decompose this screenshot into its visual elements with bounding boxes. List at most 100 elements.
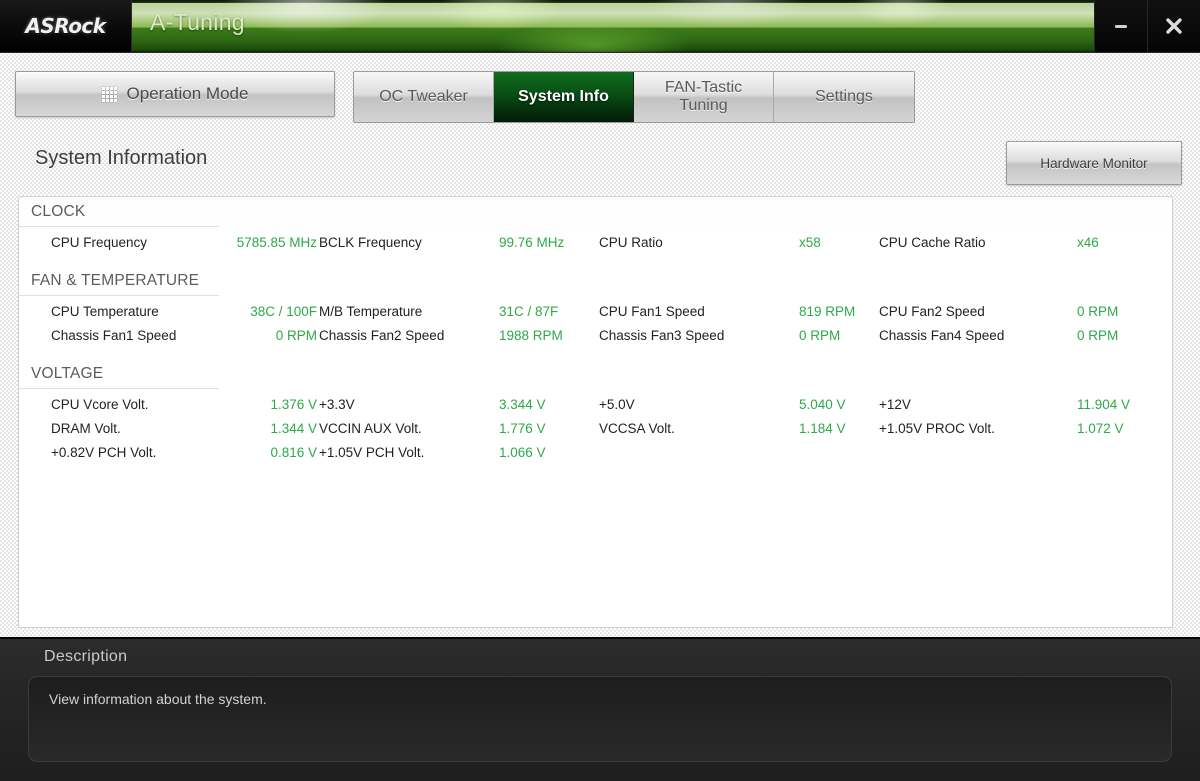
info-label: Chassis Fan2 Speed [319, 327, 445, 343]
table-row: CPU Temperature 38C / 100F M/B Temperatu… [19, 299, 1172, 323]
info-cell: CPU Fan2 Speed 0 RPM [879, 304, 1159, 319]
table-row: DRAM Volt. 1.344 V VCCIN AUX Volt. 1.776… [19, 416, 1172, 440]
info-label: +0.82V PCH Volt. [51, 444, 157, 460]
info-value: 1.066 V [499, 444, 546, 460]
info-label: +3.3V [319, 396, 355, 412]
info-label: DRAM Volt. [51, 420, 121, 436]
tab-label: Settings [815, 88, 873, 106]
info-value: 0.816 V [270, 444, 317, 460]
section-rows: CPU Vcore Volt. 1.376 V +3.3V 3.344 V +5… [19, 389, 1172, 464]
info-label: +1.05V PCH Volt. [319, 444, 425, 460]
description-title: Description [44, 648, 128, 665]
info-cell: +1.05V PROC Volt. 1.072 V [879, 421, 1159, 436]
info-label: CPU Frequency [51, 234, 148, 250]
info-value: x58 [799, 234, 821, 250]
info-cell: +12V 11.904 V [879, 397, 1159, 412]
hardware-monitor-label: Hardware Monitor [1040, 155, 1148, 171]
info-label: VCCSA Volt. [599, 420, 675, 436]
info-cell: Chassis Fan4 Speed 0 RPM [879, 328, 1159, 343]
info-label: VCCIN AUX Volt. [319, 420, 422, 436]
info-value: 0 RPM [1077, 327, 1119, 343]
info-cell: VCCIN AUX Volt. 1.776 V [319, 421, 599, 436]
minimize-button[interactable] [1094, 0, 1147, 52]
info-value: 1.376 V [270, 396, 317, 412]
info-cell: VCCSA Volt. 1.184 V [599, 421, 879, 436]
section-rows: CPU Temperature 38C / 100F M/B Temperatu… [19, 296, 1172, 347]
operation-mode-label: Operation Mode [126, 84, 249, 103]
section-fan-temperature: FAN & TEMPERATURE CPU Temperature 38C / … [19, 266, 1172, 347]
app-title: A-Tuning [150, 9, 245, 35]
operation-mode-button[interactable]: Operation Mode [15, 71, 335, 117]
info-label: CPU Vcore Volt. [51, 396, 149, 412]
table-row: CPU Vcore Volt. 1.376 V +3.3V 3.344 V +5… [19, 392, 1172, 416]
operation-mode-content: Operation Mode [101, 84, 249, 104]
info-cell: +5.0V 5.040 V [599, 397, 879, 412]
section-title: FAN & TEMPERATURE [19, 266, 219, 296]
section-voltage: VOLTAGE CPU Vcore Volt. 1.376 V +3.3V 3.… [19, 359, 1172, 464]
section-title: VOLTAGE [19, 359, 219, 389]
info-value: 1.072 V [1077, 420, 1124, 436]
page-header: System Information Hardware Monitor [0, 134, 1200, 194]
info-value: 0 RPM [275, 327, 317, 343]
info-label: Chassis Fan4 Speed [879, 327, 1005, 343]
hardware-monitor-button[interactable]: Hardware Monitor [1006, 141, 1182, 185]
info-cell: Chassis Fan2 Speed 1988 RPM [319, 328, 599, 343]
section-rows: CPU Frequency 5785.85 MHz BCLK Frequency… [19, 227, 1172, 254]
info-cell: CPU Temperature 38C / 100F [19, 304, 319, 319]
minimize-icon [1115, 25, 1127, 28]
info-value: 38C / 100F [250, 303, 317, 319]
info-value: 1.184 V [799, 420, 846, 436]
info-label: M/B Temperature [319, 303, 423, 319]
tab-fan-tastic-tuning[interactable]: FAN-Tastic Tuning [634, 72, 774, 122]
info-cell: M/B Temperature 31C / 87F [319, 304, 599, 319]
info-cell: BCLK Frequency 99.76 MHz [319, 235, 599, 250]
info-value: 11.904 V [1077, 396, 1131, 412]
info-cell: CPU Cache Ratio x46 [879, 235, 1159, 250]
description-pane: Description View information about the s… [0, 637, 1200, 781]
info-cell: CPU Ratio x58 [599, 235, 879, 250]
info-cell: CPU Frequency 5785.85 MHz [19, 235, 319, 250]
info-label: CPU Fan1 Speed [599, 303, 705, 319]
tab-label: OC Tweaker [379, 88, 468, 106]
system-information-panel: CLOCK CPU Frequency 5785.85 MHz BCLK Fre… [18, 196, 1173, 628]
info-cell: CPU Fan1 Speed 819 RPM [599, 304, 879, 319]
info-cell: Chassis Fan1 Speed 0 RPM [19, 328, 319, 343]
info-value: 1988 RPM [499, 327, 563, 343]
asrock-logo-text: ASRock [25, 14, 106, 38]
info-label: Chassis Fan3 Speed [599, 327, 725, 343]
info-label: CPU Ratio [599, 234, 663, 250]
asrock-logo: ASRock [0, 0, 132, 52]
title-bar-banner: A-Tuning [132, 0, 1094, 52]
description-box: View information about the system. [28, 676, 1172, 762]
section-clock: CLOCK CPU Frequency 5785.85 MHz BCLK Fre… [19, 197, 1172, 254]
info-value: 31C / 87F [499, 303, 559, 319]
info-cell: +1.05V PCH Volt. 1.066 V [319, 445, 599, 460]
info-cell: +0.82V PCH Volt. 0.816 V [19, 445, 319, 460]
info-value: 5.040 V [799, 396, 846, 412]
info-value: 99.76 MHz [499, 234, 565, 250]
info-value: 819 RPM [799, 303, 856, 319]
page-title: System Information [35, 147, 208, 169]
section-title: CLOCK [19, 197, 219, 227]
info-label: CPU Cache Ratio [879, 234, 986, 250]
info-value: 5785.85 MHz [236, 234, 317, 250]
info-label: BCLK Frequency [319, 234, 422, 250]
info-label: +5.0V [599, 396, 635, 412]
info-value: 1.776 V [499, 420, 546, 436]
info-label: CPU Fan2 Speed [879, 303, 985, 319]
close-icon [1166, 18, 1182, 34]
tab-system-info[interactable]: System Info [494, 72, 634, 122]
info-cell: DRAM Volt. 1.344 V [19, 421, 319, 436]
grid-icon [101, 86, 117, 102]
tab-oc-tweaker[interactable]: OC Tweaker [354, 72, 494, 122]
close-button[interactable] [1147, 0, 1200, 52]
title-bar: ASRock A-Tuning [0, 0, 1200, 53]
tab-settings[interactable]: Settings [774, 72, 914, 122]
description-text: View information about the system. [49, 691, 267, 707]
info-label: +12V [879, 396, 911, 412]
table-row: +0.82V PCH Volt. 0.816 V +1.05V PCH Volt… [19, 440, 1172, 464]
info-value: x46 [1077, 234, 1099, 250]
table-row: Chassis Fan1 Speed 0 RPM Chassis Fan2 Sp… [19, 323, 1172, 347]
